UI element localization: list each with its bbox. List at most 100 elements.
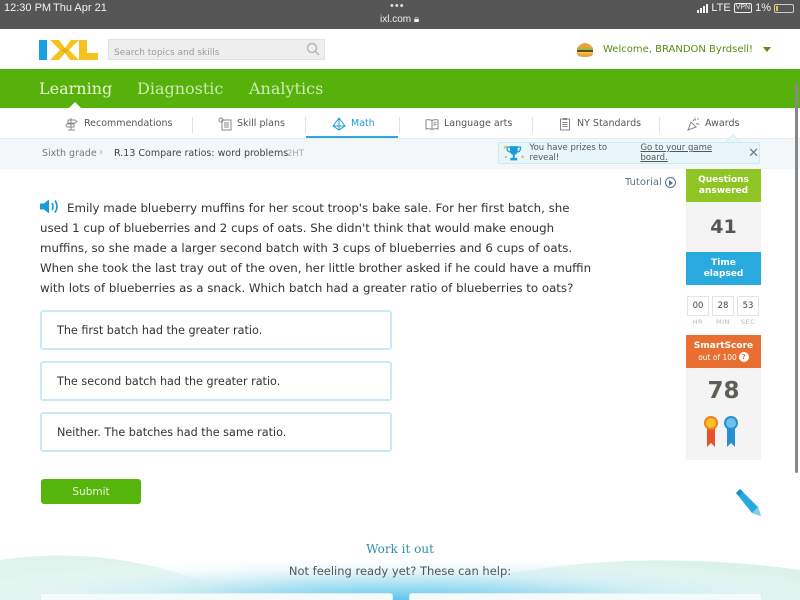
subnav-label: Recommendations <box>84 118 173 129</box>
timer-minutes: 28 <box>712 296 734 316</box>
tab-learning[interactable]: Learning <box>39 79 112 98</box>
time-elapsed-label-1: Time <box>711 257 736 268</box>
answer-choice[interactable]: The first batch had the greater ratio. <box>40 310 392 350</box>
play-icon <box>664 177 676 188</box>
skill-plans-icon <box>218 117 232 130</box>
help-card[interactable] <box>409 593 762 600</box>
trophy-icon <box>502 145 525 161</box>
timer-hours-label: HR <box>692 318 704 326</box>
questions-answered-label-2: answered <box>698 185 749 196</box>
close-icon[interactable]: ✕ <box>748 147 759 160</box>
party-popper-icon <box>687 116 700 131</box>
ixl-logo[interactable] <box>39 39 99 61</box>
breadcrumb-skill: R.13 Compare ratios: word problems <box>114 148 289 159</box>
prize-text: You have prizes to reveal! <box>529 143 608 163</box>
vpn-icon: VPN <box>733 3 753 13</box>
smartscore-out-of: out of 100 <box>698 352 737 362</box>
divider <box>659 117 660 133</box>
lock-icon: 🔒︎ <box>413 14 420 25</box>
questions-answered-value: 41 <box>686 202 761 252</box>
skill-code: 2HT <box>287 149 304 159</box>
battery-icon <box>774 3 794 13</box>
timer-seconds-label: SEC <box>740 318 756 326</box>
divider <box>399 117 400 133</box>
divider <box>532 117 533 133</box>
timer-hours: 00 <box>687 296 709 316</box>
divider <box>305 117 306 133</box>
subnav-label: Language arts <box>444 118 513 129</box>
smartscore-header: SmartScore out of 100 ? <box>686 335 761 368</box>
main-nav: Learning Diagnostic Analytics <box>0 69 800 108</box>
subnav-label: Skill plans <box>237 118 285 129</box>
battery-percent: 1% <box>755 2 771 14</box>
question-text: Emily made blueberry muffins for her sco… <box>40 201 592 295</box>
answer-choice-label: Neither. The batches had the same ratio. <box>57 425 287 439</box>
work-it-out-title: Work it out <box>366 542 434 556</box>
search-icon[interactable] <box>306 42 320 56</box>
game-board-link[interactable]: Go to your game board. <box>640 143 740 163</box>
tutorial-link[interactable]: Tutorial <box>625 177 676 188</box>
status-bar: 12:30 PM Thu Apr 21 ••• ixl.com 🔒︎ LTE V… <box>0 0 800 29</box>
tab-diagnostic[interactable]: Diagnostic <box>137 79 223 98</box>
chevron-right-icon: › <box>99 147 103 158</box>
answer-choice-label: The first batch had the greater ratio. <box>57 323 263 337</box>
signal-icon <box>697 3 709 13</box>
smartscore-panel: 78 <box>686 368 761 460</box>
answer-choice[interactable]: Neither. The batches had the same ratio. <box>40 412 392 452</box>
date: Thu Apr 21 <box>53 2 107 14</box>
clock: 12:30 PM <box>4 2 52 14</box>
site-header: Welcome, BRANDON Byrdsell! <box>0 29 800 69</box>
status-indicators: LTE VPN 1% <box>697 2 794 14</box>
smartscore-label: SmartScore <box>693 340 754 351</box>
pencil-icon[interactable] <box>730 486 764 520</box>
subnav-language-arts[interactable]: Language arts <box>425 108 512 139</box>
subnav-recommendations[interactable]: Recommendations <box>65 108 172 139</box>
active-subnav-underline <box>306 136 398 138</box>
help-icon[interactable]: ? <box>738 352 749 362</box>
decorative-wave-background <box>0 525 800 600</box>
divider <box>192 117 193 133</box>
help-card[interactable] <box>40 593 393 600</box>
subnav-math[interactable]: Math <box>332 108 375 139</box>
user-menu[interactable]: Welcome, BRANDON Byrdsell! <box>575 40 772 58</box>
questions-answered-label-1: Questions <box>698 174 749 185</box>
time-elapsed-label-2: elapsed <box>703 268 744 279</box>
breadcrumb-grade[interactable]: Sixth grade <box>42 148 97 159</box>
prize-banner-pointer <box>725 134 741 142</box>
network-label: LTE <box>711 2 731 14</box>
book-icon <box>425 118 439 130</box>
smartscore-subtitle: out of 100 ? <box>686 352 761 363</box>
subject-nav: Recommendations Skill plans Math Languag… <box>0 108 800 139</box>
subnav-skill-plans[interactable]: Skill plans <box>218 108 285 139</box>
time-elapsed-timer: 00 28 53 HR MIN SEC <box>686 285 761 335</box>
tab-analytics[interactable]: Analytics <box>249 79 323 98</box>
clipboard-icon <box>560 117 570 130</box>
subnav-label: Awards <box>705 118 740 129</box>
hamburger-avatar-icon <box>577 43 593 57</box>
subnav-ny-standards[interactable]: NY Standards <box>558 108 641 139</box>
questions-answered-header: Questions answered <box>686 169 761 202</box>
signpost-icon <box>65 117 78 130</box>
chevron-down-icon[interactable] <box>763 46 772 52</box>
tutorial-label: Tutorial <box>625 177 662 188</box>
pyramid-icon <box>332 116 346 131</box>
award-ribbons-icon <box>704 416 738 447</box>
url-bar[interactable]: ixl.com 🔒︎ <box>380 14 419 25</box>
smartscore-value: 78 <box>707 378 740 404</box>
url-text: ixl.com <box>380 14 412 25</box>
scrollbar[interactable] <box>795 83 798 473</box>
submit-button[interactable]: Submit <box>41 479 141 504</box>
answer-choice-label: The second batch had the greater ratio. <box>57 374 281 388</box>
work-it-out-section: Work it out Not feeling ready yet? These… <box>0 525 800 600</box>
prize-banner: You have prizes to reveal! Go to your ga… <box>498 142 760 164</box>
search-box[interactable] <box>108 39 325 63</box>
search-input[interactable] <box>109 43 299 63</box>
time-elapsed-header: Time elapsed <box>686 252 761 285</box>
subnav-label: NY Standards <box>577 118 642 129</box>
welcome-text: Welcome, BRANDON Byrdsell! <box>603 43 754 55</box>
timer-seconds: 53 <box>737 296 759 316</box>
work-it-out-subtitle: Not feeling ready yet? These can help: <box>288 564 512 578</box>
timer-minutes-label: MIN <box>716 318 730 326</box>
multitasking-dots[interactable]: ••• <box>390 0 405 12</box>
answer-choice[interactable]: The second batch had the greater ratio. <box>40 361 392 401</box>
